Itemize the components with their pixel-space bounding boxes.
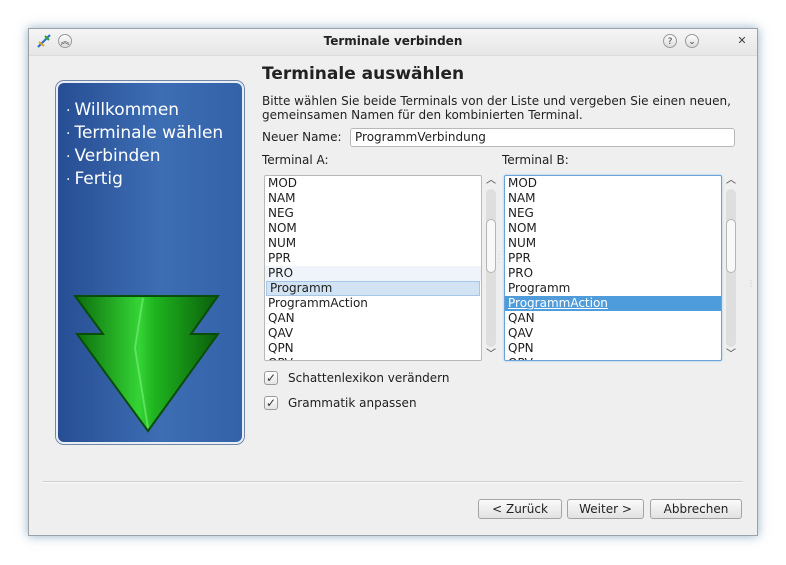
grammar-option[interactable]: ✓ Grammatik anpassen: [264, 395, 504, 413]
wizard-window: ︽ Terminale verbinden ? ⌄ ✕ · Willkommen …: [28, 28, 758, 536]
page-description: Bitte wählen Sie beide Terminals von der…: [262, 94, 731, 122]
list-item[interactable]: NEG: [505, 206, 721, 221]
list-item[interactable]: QPN: [265, 341, 481, 356]
scroll-thumb[interactable]: [726, 219, 736, 273]
back-button[interactable]: < Zurück: [478, 499, 562, 519]
scroll-up-icon[interactable]: ︿: [484, 175, 498, 187]
grammar-checkbox[interactable]: ✓: [264, 396, 278, 410]
list-item[interactable]: NAM: [265, 191, 481, 206]
scroll-down-icon[interactable]: ﹀: [484, 349, 498, 361]
close-icon[interactable]: ✕: [735, 34, 749, 48]
merge-arrow-icon: [73, 295, 220, 433]
list-item[interactable]: PRO: [505, 266, 721, 281]
resize-grip[interactable]: ⋮: [747, 279, 755, 288]
page-title: Terminale auswählen: [262, 64, 465, 84]
next-button[interactable]: Weiter >: [567, 499, 644, 519]
list-item[interactable]: PRO: [265, 266, 481, 281]
shadow-lexicon-checkbox[interactable]: ✓: [264, 371, 278, 385]
button-separator: [43, 481, 743, 483]
list-item[interactable]: QPN: [505, 341, 721, 356]
list-item[interactable]: MOD: [265, 176, 481, 191]
scroll-track[interactable]: [486, 189, 496, 347]
terminal-a-scrollbar[interactable]: ︿ ﹀: [484, 175, 498, 361]
wizard-sidebar: · Willkommen · Terminale wählen · Verbinden…: [56, 81, 244, 444]
list-item[interactable]: Programm: [266, 281, 480, 296]
splitter-handle[interactable]: · · ·: [498, 253, 501, 267]
terminal-b-list[interactable]: MOD NAM NEG NOM NUM PPR PRO Programm ProgrammAct…: [504, 175, 722, 361]
terminal-b-label: Terminal B:: [502, 153, 569, 167]
minimize-icon[interactable]: ⌄: [685, 34, 699, 48]
list-item[interactable]: NUM: [505, 236, 721, 251]
list-item[interactable]: PPR: [265, 251, 481, 266]
list-item[interactable]: QPV: [265, 356, 481, 360]
list-item[interactable]: QAV: [265, 326, 481, 341]
shadow-lexicon-label[interactable]: Schattenlexikon verändern: [288, 371, 450, 385]
title-bar[interactable]: ︽ Terminale verbinden ? ⌄ ✕: [29, 29, 757, 56]
scroll-up-icon[interactable]: ︿: [724, 175, 738, 187]
terminal-a-label: Terminal A:: [262, 153, 329, 167]
list-item[interactable]: PPR: [505, 251, 721, 266]
list-item[interactable]: QAN: [265, 311, 481, 326]
new-name-field[interactable]: ProgrammVerbindung: [350, 128, 735, 147]
wizard-steps: · Willkommen · Terminale wählen · Verbinden…: [66, 99, 223, 191]
list-item[interactable]: NOM: [265, 221, 481, 236]
new-name-label: Neuer Name:: [262, 130, 342, 144]
step-choose-terminals: · Terminale wählen: [66, 123, 224, 143]
cancel-button[interactable]: Abbrechen: [650, 499, 742, 519]
list-item[interactable]: NUM: [265, 236, 481, 251]
scroll-down-icon[interactable]: ﹀: [724, 349, 738, 361]
help-icon[interactable]: ?: [663, 34, 677, 48]
step-connect: · Verbinden: [66, 146, 161, 166]
terminal-a-list[interactable]: MOD NAM NEG NOM NUM PPR PRO Programm ProgrammAct…: [264, 175, 482, 361]
list-item[interactable]: QAN: [505, 311, 721, 326]
scroll-track[interactable]: [726, 189, 736, 347]
list-item[interactable]: NEG: [265, 206, 481, 221]
list-item[interactable]: MOD: [505, 176, 721, 191]
list-item[interactable]: QAV: [505, 326, 721, 341]
list-item[interactable]: NAM: [505, 191, 721, 206]
shadow-lexicon-option[interactable]: ✓ Schattenlexikon verändern: [264, 370, 504, 388]
step-finish: · Fertig: [66, 169, 123, 189]
list-item[interactable]: NOM: [505, 221, 721, 236]
grammar-label[interactable]: Grammatik anpassen: [288, 396, 417, 410]
window-title: Terminale verbinden: [323, 34, 463, 48]
list-item[interactable]: ProgrammAction: [505, 296, 721, 311]
list-item[interactable]: ProgrammAction: [265, 296, 481, 311]
step-welcome: · Willkommen: [66, 100, 180, 120]
terminal-b-scrollbar[interactable]: ︿ ﹀: [724, 175, 738, 361]
list-item[interactable]: QPV: [505, 356, 721, 360]
list-item[interactable]: Programm: [505, 281, 721, 296]
scroll-thumb[interactable]: [486, 219, 496, 273]
